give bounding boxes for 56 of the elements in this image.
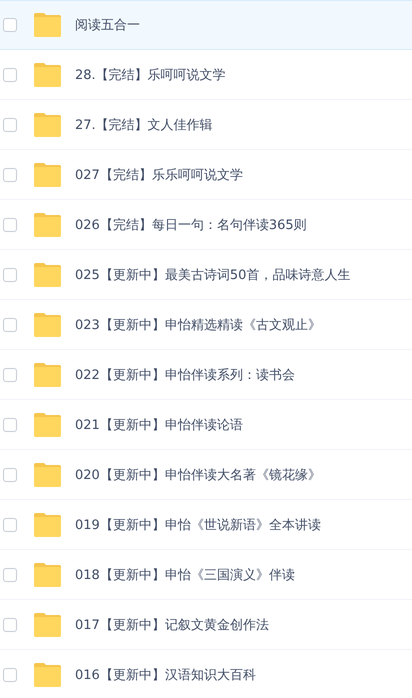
- folder-icon: [33, 62, 62, 86]
- folder-name: 27.【完结】文人佳作辑: [75, 116, 213, 134]
- file-row[interactable]: 020【更新中】申怡伴读大名著《镜花缘》: [0, 450, 412, 500]
- folder-name: 023【更新中】申怡精选精读《古文观止》: [75, 316, 321, 334]
- folder-icon: [33, 312, 62, 336]
- file-row[interactable]: 28.【完结】乐呵呵说文学: [0, 50, 412, 100]
- checkbox[interactable]: [3, 418, 17, 432]
- file-row[interactable]: 27.【完结】文人佳作辑: [0, 100, 412, 150]
- folder-name: 021【更新中】申怡伴读论语: [75, 416, 243, 434]
- checkbox[interactable]: [3, 18, 17, 32]
- checkbox[interactable]: [3, 318, 17, 332]
- checkbox[interactable]: [3, 68, 17, 82]
- folder-icon: [33, 462, 62, 486]
- checkbox[interactable]: [3, 468, 17, 482]
- file-row[interactable]: 019【更新中】申怡《世说新语》全本讲读: [0, 500, 412, 550]
- folder-icon: [33, 612, 62, 636]
- folder-icon: [33, 662, 62, 686]
- checkbox[interactable]: [3, 568, 17, 582]
- folder-name: 019【更新中】申怡《世说新语》全本讲读: [75, 516, 321, 534]
- folder-icon: [33, 262, 62, 286]
- folder-icon: [33, 562, 62, 586]
- checkbox[interactable]: [3, 518, 17, 532]
- folder-name: 022【更新中】申怡伴读系列：读书会: [75, 366, 295, 384]
- folder-name: 020【更新中】申怡伴读大名著《镜花缘》: [75, 466, 321, 484]
- folder-name: 025【更新中】最美古诗词50首，品味诗意人生: [75, 266, 350, 284]
- file-row[interactable]: 025【更新中】最美古诗词50首，品味诗意人生: [0, 250, 412, 300]
- folder-name: 027【完结】乐乐呵呵说文学: [75, 166, 243, 184]
- folder-icon: [33, 362, 62, 386]
- folder-icon: [33, 13, 62, 37]
- folder-icon: [33, 112, 62, 136]
- file-row[interactable]: 023【更新中】申怡精选精读《古文观止》: [0, 300, 412, 350]
- folder-icon: [33, 212, 62, 236]
- checkbox[interactable]: [3, 618, 17, 632]
- folder-name: 28.【完结】乐呵呵说文学: [75, 66, 226, 84]
- checkbox[interactable]: [3, 268, 17, 282]
- folder-name: 018【更新中】申怡《三国演义》伴读: [75, 566, 295, 584]
- file-row[interactable]: 018【更新中】申怡《三国演义》伴读: [0, 550, 412, 600]
- file-row[interactable]: 016【更新中】汉语知识大百科: [0, 650, 412, 698]
- checkbox[interactable]: [3, 668, 17, 682]
- folder-icon: [33, 162, 62, 186]
- folder-icon: [33, 412, 62, 436]
- file-row[interactable]: 022【更新中】申怡伴读系列：读书会: [0, 350, 412, 400]
- file-row[interactable]: 021【更新中】申怡伴读论语: [0, 400, 412, 450]
- checkbox[interactable]: [3, 118, 17, 132]
- checkbox[interactable]: [3, 168, 17, 182]
- folder-name: 017【更新中】记叙文黄金创作法: [75, 616, 269, 634]
- folder-name: 026【完结】每日一句：名句伴读365则: [75, 216, 307, 234]
- checkbox[interactable]: [3, 368, 17, 382]
- checkbox[interactable]: [3, 218, 17, 232]
- folder-name: 阅读五合一: [75, 17, 140, 34]
- file-row[interactable]: 027【完结】乐乐呵呵说文学: [0, 150, 412, 200]
- file-row[interactable]: 017【更新中】记叙文黄金创作法: [0, 600, 412, 650]
- folder-name: 016【更新中】汉语知识大百科: [75, 666, 256, 684]
- file-row[interactable]: 阅读五合一: [0, 0, 412, 50]
- folder-icon: [33, 512, 62, 536]
- file-row[interactable]: 026【完结】每日一句：名句伴读365则: [0, 200, 412, 250]
